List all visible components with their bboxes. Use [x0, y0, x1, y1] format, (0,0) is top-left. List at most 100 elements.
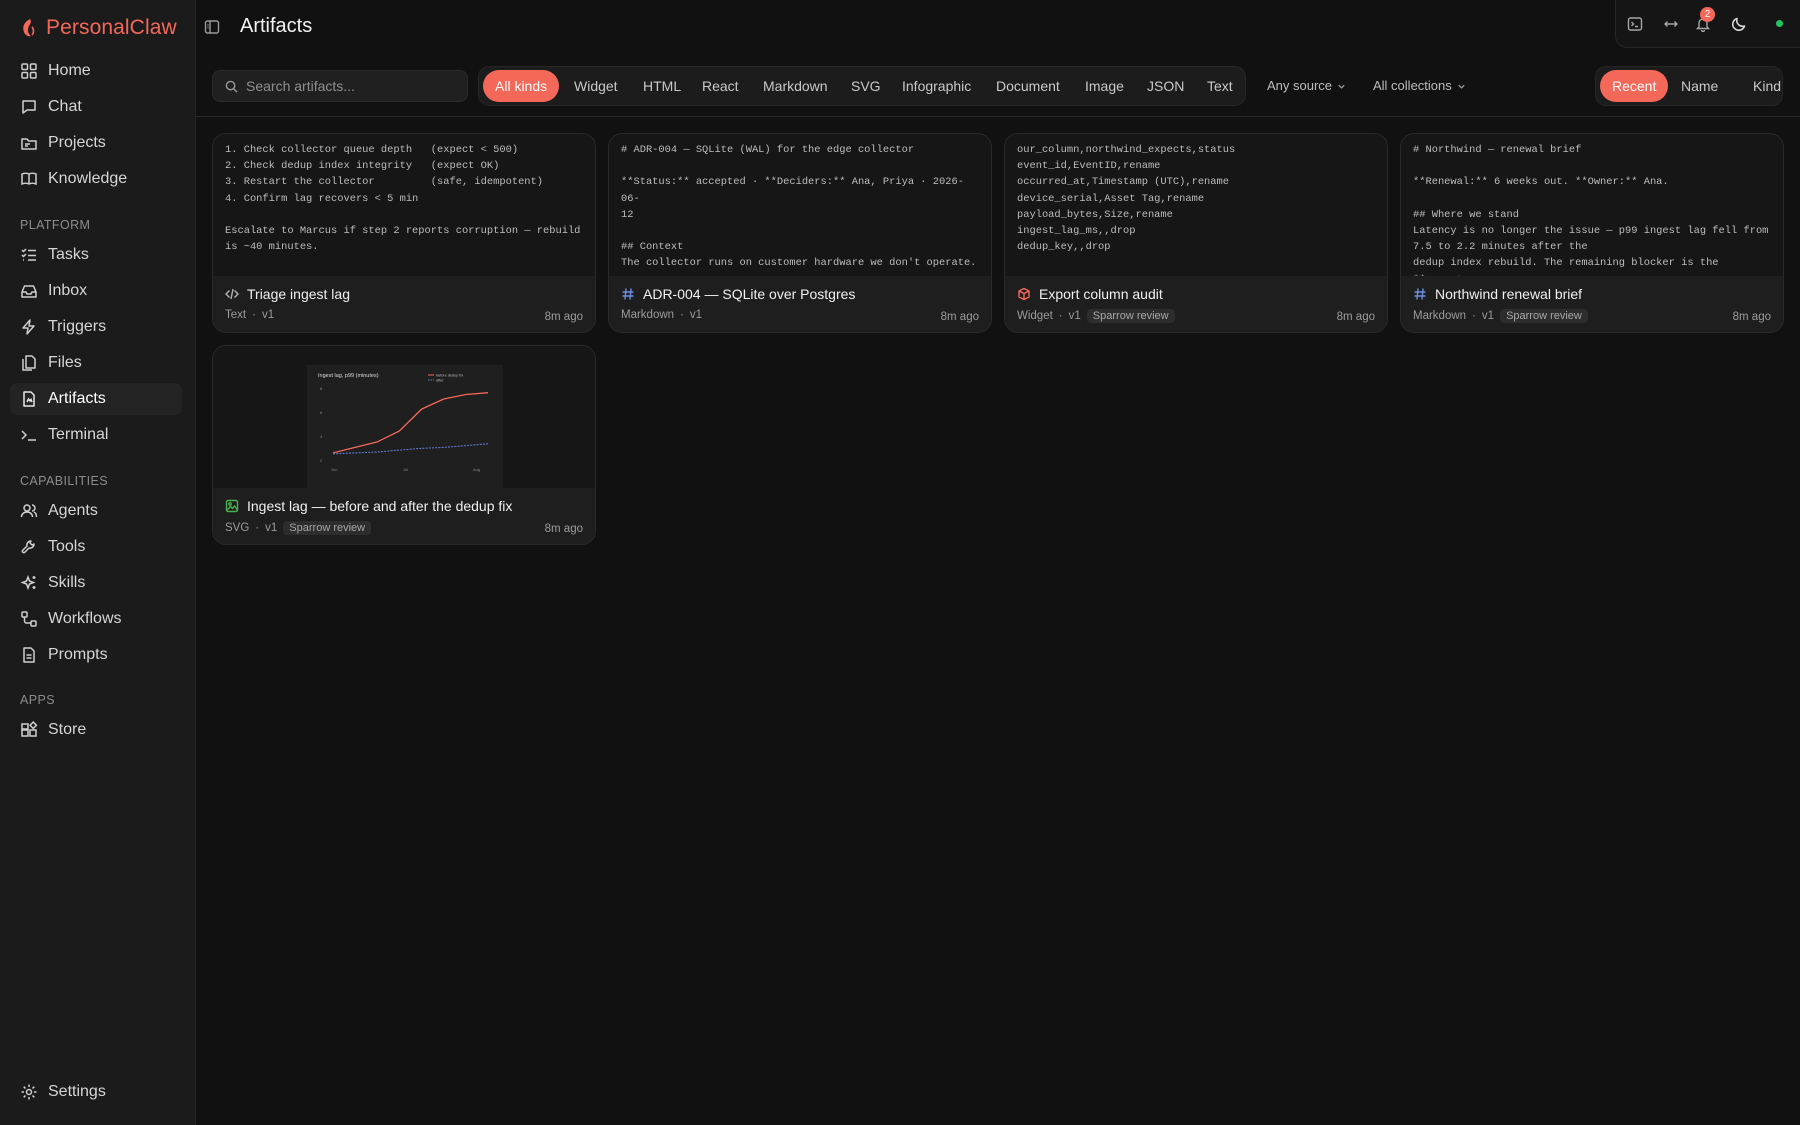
sidebar-item-chat[interactable]: Chat — [10, 91, 182, 123]
artifact-preview: # ADR-004 — SQLite (WAL) for the edge co… — [609, 134, 991, 276]
artifact-title: Export column audit — [1039, 286, 1163, 302]
sidebar-item-inbox[interactable]: Inbox — [10, 275, 182, 307]
kind-filter-all[interactable]: All kinds — [483, 70, 560, 102]
artifact-kind: Widget — [1017, 310, 1053, 322]
artifact-title: Ingest lag — before and after the dedup … — [247, 498, 513, 514]
collection-tag[interactable]: Sparrow review — [1086, 309, 1175, 323]
artifact-card[interactable]: # Northwind — renewal brief **Renewal:**… — [1400, 133, 1784, 333]
thumbnail-x-label: Jul — [403, 467, 408, 472]
artifact-version: v1 — [1481, 310, 1495, 322]
kind-filter-text[interactable]: Text — [1195, 70, 1245, 102]
checklist-icon — [21, 248, 36, 261]
store-icon — [21, 721, 38, 737]
kind-filter-document[interactable]: Document — [984, 70, 1072, 102]
kind-filter-react[interactable]: React — [690, 70, 751, 102]
sidebar-item-home[interactable]: Home — [10, 55, 182, 87]
section-label-platform: PLATFORM — [20, 218, 91, 232]
hash-icon — [1414, 288, 1426, 300]
sidebar-item-projects[interactable]: Projects — [10, 127, 182, 159]
artifact-time: 8m ago — [544, 523, 583, 535]
toolbar-divider — [196, 116, 1800, 117]
source-filter-label: Any source — [1267, 78, 1333, 93]
collection-tag[interactable]: Sparrow review — [283, 521, 372, 535]
sidebar-item-prompts[interactable]: Prompts — [10, 639, 182, 671]
arrows-horizontal-icon — [1664, 21, 1678, 27]
app-name: PersonalClaw — [46, 16, 177, 39]
search-field[interactable] — [212, 70, 468, 102]
separator-dot: · — [255, 522, 260, 534]
sidebar-item-triggers[interactable]: Triggers — [10, 311, 182, 343]
artifact-card[interactable]: 1. Check collector queue depth (expect <… — [212, 133, 596, 333]
artifact-preview: our_column,northwind_expects,status even… — [1005, 134, 1387, 276]
artifact-card[interactable]: our_column,northwind_expects,status even… — [1004, 133, 1388, 333]
sidebar-item-files[interactable]: Files — [10, 347, 182, 379]
section-label-capabilities: CAPABILITIES — [20, 474, 108, 488]
brand-logo[interactable]: PersonalClaw — [20, 14, 177, 42]
artifact-subtitle: Widget · v1 Sparrow review — [1017, 309, 1175, 323]
artifact-subtitle: Markdown · v1 — [621, 309, 702, 321]
kind-filter-image[interactable]: Image — [1073, 70, 1136, 102]
sidebar-item-settings[interactable]: Settings — [10, 1076, 182, 1108]
workflow-icon — [21, 611, 37, 627]
artifact-kind: Markdown — [1413, 310, 1467, 322]
terminal-panel-button[interactable] — [1625, 14, 1645, 34]
search-icon — [225, 80, 238, 93]
collection-filter-label: All collections — [1373, 78, 1452, 93]
artifact-version: v1 — [265, 522, 278, 534]
sidebar-item-knowledge[interactable]: Knowledge — [10, 163, 182, 195]
moon-icon — [1731, 17, 1746, 32]
document-icon — [23, 647, 35, 663]
kind-filter-infographic[interactable]: Infographic — [890, 70, 983, 102]
thumbnail-legend-before: before dedup fix — [436, 374, 463, 378]
artifact-time: 8m ago — [1336, 311, 1375, 323]
sidebar-item-agents[interactable]: Agents — [10, 495, 182, 527]
sidebar-item-label: Knowledge — [48, 170, 128, 187]
sidebar-item-tasks[interactable]: Tasks — [10, 239, 182, 271]
sidebar-item-workflows[interactable]: Workflows — [10, 603, 182, 635]
artifact-title: Northwind renewal brief — [1435, 286, 1583, 302]
grid-icon — [21, 63, 37, 79]
source-filter-dropdown[interactable]: Any source — [1267, 70, 1346, 102]
kind-filter-json[interactable]: JSON — [1135, 70, 1196, 102]
sidebar-item-skills[interactable]: Skills — [10, 567, 182, 599]
collection-tag[interactable]: Sparrow review — [1500, 309, 1588, 323]
terminal-window-icon — [1627, 17, 1643, 31]
expand-width-button[interactable] — [1661, 14, 1681, 34]
kind-filter-widget[interactable]: Widget — [562, 70, 630, 102]
kind-filter-markdown[interactable]: Markdown — [751, 70, 840, 102]
sidebar-item-artifacts[interactable]: Artifacts — [10, 383, 182, 415]
svg-thumbnail: Ingest lag, p99 (minutes) before dedup f… — [213, 346, 595, 488]
artifact-title-row: Export column audit — [1017, 286, 1163, 302]
sidebar-item-terminal[interactable]: Terminal — [10, 419, 182, 451]
collection-filter-dropdown[interactable]: All collections — [1373, 70, 1466, 102]
search-input[interactable] — [246, 78, 456, 94]
sidebar-item-label: Tools — [48, 538, 86, 555]
separator-dot: · — [1472, 310, 1476, 322]
sparkles-icon — [20, 574, 36, 591]
theme-toggle-button[interactable] — [1729, 14, 1749, 34]
sidebar-item-label: Prompts — [48, 646, 108, 663]
artifact-title: Triage ingest lag — [247, 286, 350, 302]
artifact-meta: Northwind renewal brief Markdown · v1 Spar… — [1401, 276, 1783, 332]
artifact-card[interactable]: # ADR-004 — SQLite (WAL) for the edge co… — [608, 133, 992, 333]
sort-name[interactable]: Name — [1669, 70, 1730, 102]
folder-icon — [21, 138, 37, 150]
cube-icon — [1018, 287, 1030, 301]
sort-kind[interactable]: Kind — [1741, 70, 1793, 102]
claw-logo-icon — [23, 19, 35, 37]
page-title: Artifacts — [240, 15, 313, 37]
sidebar-item-label: Skills — [48, 574, 86, 591]
sidebar-item-tools[interactable]: Tools — [10, 531, 182, 563]
chat-bubble-icon — [22, 100, 36, 114]
artifact-subtitle: Markdown · v1 Sparrow review — [1413, 309, 1588, 323]
sort-recent[interactable]: Recent — [1600, 70, 1669, 102]
sidebar-item-store[interactable]: Store — [10, 714, 182, 746]
artifact-card[interactable]: Ingest lag, p99 (minutes) before dedup f… — [212, 345, 596, 545]
artifact-meta: Triage ingest lag Text · v1 8m ago — [213, 276, 595, 332]
sidebar-toggle-button[interactable] — [201, 16, 223, 38]
code-icon — [225, 288, 239, 300]
sidebar-item-label: Artifacts — [48, 390, 106, 407]
artifact-meta: ADR-004 — SQLite over Postgres Markdown ·… — [609, 276, 991, 332]
kind-filter-svg[interactable]: SVG — [839, 70, 893, 102]
kind-filter-html[interactable]: HTML — [631, 70, 693, 102]
